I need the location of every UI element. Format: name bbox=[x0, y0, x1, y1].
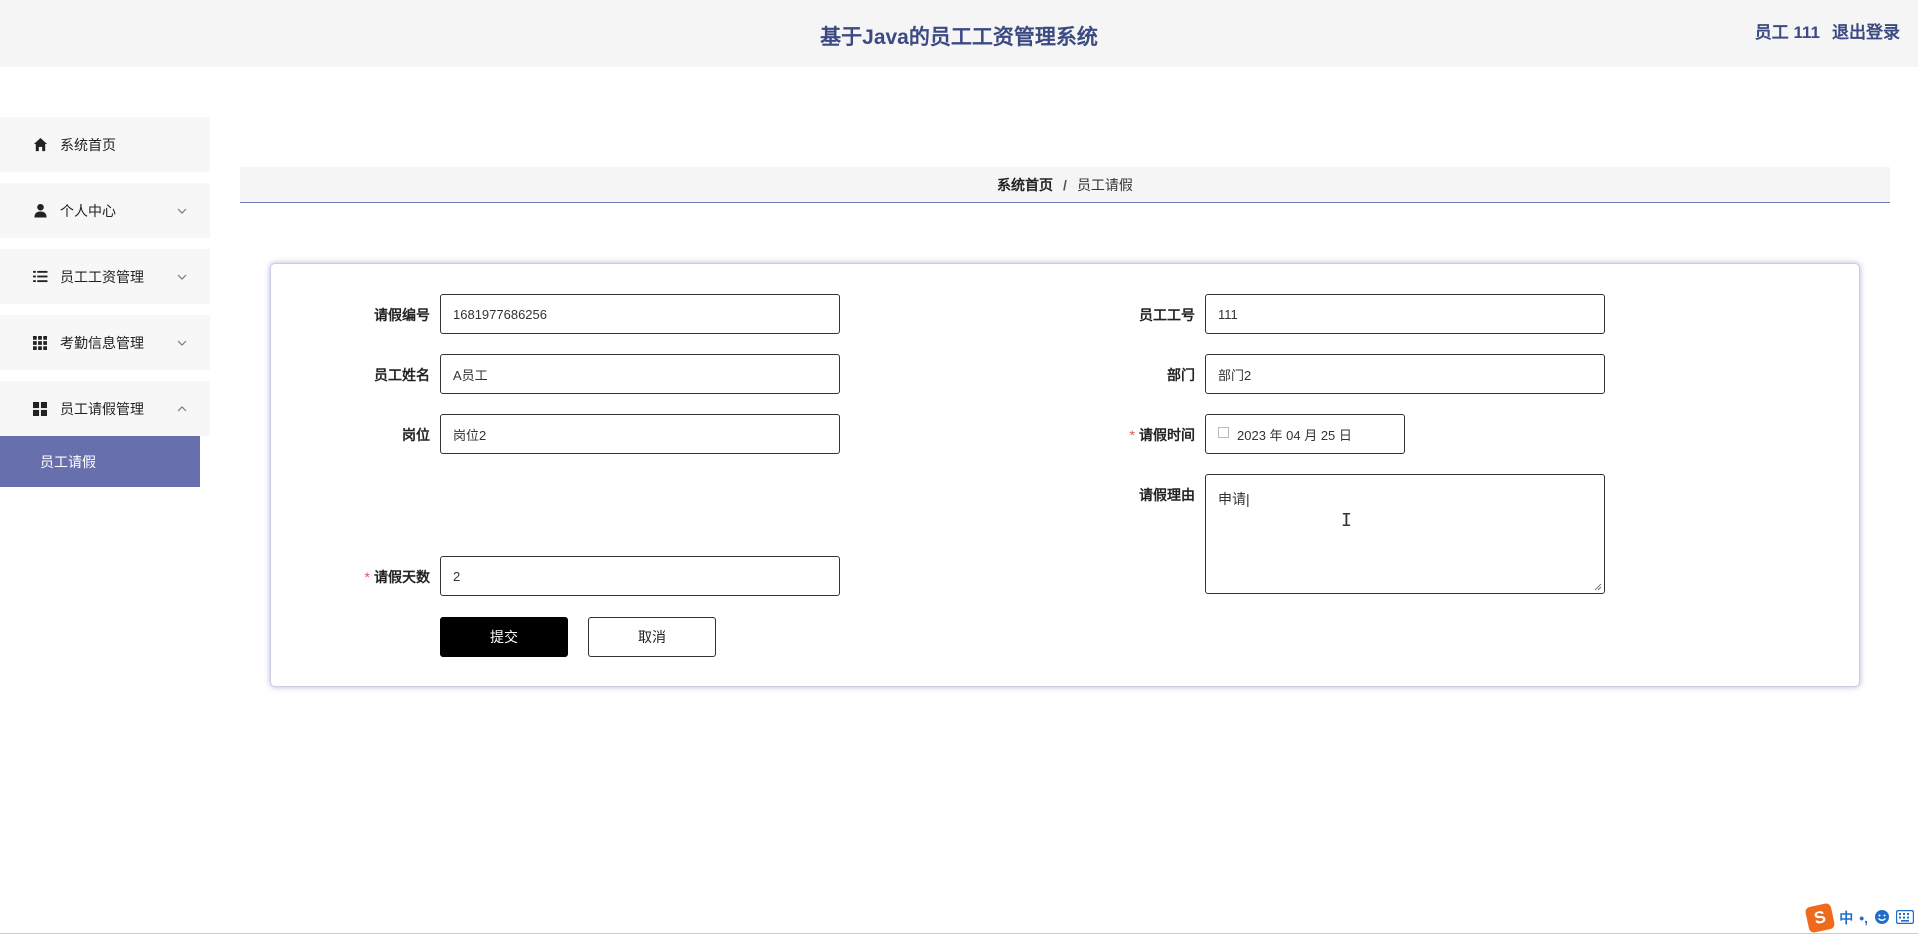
chevron-down-icon bbox=[176, 271, 188, 283]
sidebar: 系统首页 个人中心 员工工资管理 考勤信息管理 员工请假管理 员工请假 bbox=[0, 117, 210, 487]
sidebar-item-label: 员工请假管理 bbox=[60, 400, 144, 417]
cancel-button[interactable]: 取消 bbox=[588, 617, 716, 657]
breadcrumb-current: 员工请假 bbox=[1076, 176, 1133, 193]
emoji-icon[interactable] bbox=[1874, 909, 1890, 928]
user-area: 员工 111 退出登录 bbox=[1755, 18, 1900, 43]
leave-reason-textarea[interactable]: 申请| bbox=[1205, 474, 1605, 594]
leave-reason-label: 请假理由 bbox=[1139, 487, 1195, 503]
department-input[interactable]: 部门2 bbox=[1205, 354, 1605, 394]
sidebar-item-salary[interactable]: 员工工资管理 bbox=[0, 249, 210, 304]
grid-icon bbox=[32, 335, 48, 351]
employee-name-label: 员工姓名 bbox=[374, 367, 430, 383]
ime-punct[interactable]: •, bbox=[1859, 910, 1868, 926]
submit-button[interactable]: 提交 bbox=[440, 617, 568, 657]
ime-tray[interactable]: S 中 •, bbox=[1804, 902, 1915, 934]
resize-grip-icon[interactable] bbox=[1594, 583, 1602, 591]
sidebar-subitem-leave-request[interactable]: 员工请假 bbox=[0, 436, 200, 487]
sidebar-item-home[interactable]: 系统首页 bbox=[0, 117, 210, 172]
keyboard-icon[interactable] bbox=[1895, 909, 1915, 927]
required-asterisk: * bbox=[364, 569, 370, 585]
leave-days-label: * 请假天数 bbox=[364, 569, 430, 585]
breadcrumb-home[interactable]: 系统首页 bbox=[997, 175, 1053, 195]
required-asterisk: * bbox=[1129, 427, 1135, 443]
leave-days-input[interactable]: 2 bbox=[440, 556, 840, 596]
department-label: 部门 bbox=[1167, 367, 1195, 383]
employee-no-input[interactable]: 111 bbox=[1205, 294, 1605, 334]
position-label: 岗位 bbox=[402, 427, 430, 443]
employee-name-input[interactable]: A员工 bbox=[440, 354, 840, 394]
leave-time-value: 2023 年 04 月 25 日 bbox=[1237, 427, 1352, 443]
leave-time-datepicker[interactable]: 2023 年 04 月 25 日 bbox=[1205, 414, 1405, 454]
breadcrumb: 系统首页 / 员工请假 bbox=[240, 167, 1890, 203]
sidebar-item-label: 系统首页 bbox=[60, 136, 116, 153]
user-icon bbox=[32, 203, 48, 219]
breadcrumb-separator: / bbox=[1063, 176, 1067, 193]
sidebar-item-personal-center[interactable]: 个人中心 bbox=[0, 183, 210, 238]
chevron-up-icon bbox=[176, 403, 188, 415]
sidebar-item-attendance[interactable]: 考勤信息管理 bbox=[0, 315, 210, 370]
employee-no-label: 员工工号 bbox=[1139, 307, 1195, 323]
window-bottom-edge bbox=[0, 933, 1918, 934]
logout-link[interactable]: 退出登录 bbox=[1832, 18, 1900, 43]
leave-no-label: 请假编号 bbox=[374, 307, 430, 323]
leave-no-input[interactable]: 1681977686256 bbox=[440, 294, 840, 334]
current-user[interactable]: 员工 111 bbox=[1755, 18, 1820, 43]
sogou-logo-icon: S bbox=[1804, 902, 1836, 934]
chevron-down-icon bbox=[176, 337, 188, 349]
chevron-down-icon bbox=[176, 205, 188, 217]
sidebar-item-label: 个人中心 bbox=[60, 202, 116, 219]
sidebar-item-leave[interactable]: 员工请假管理 bbox=[0, 381, 210, 436]
dashboard-icon bbox=[32, 401, 48, 417]
calendar-icon bbox=[1218, 426, 1229, 438]
sidebar-item-label: 员工工资管理 bbox=[60, 268, 144, 285]
ime-mode[interactable]: 中 bbox=[1839, 908, 1853, 928]
sidebar-item-label: 考勤信息管理 bbox=[60, 334, 144, 351]
position-input[interactable]: 岗位2 bbox=[440, 414, 840, 454]
leave-time-label: * 请假时间 bbox=[1129, 427, 1195, 443]
text-cursor-icon: I bbox=[1341, 510, 1352, 531]
app-title: 基于Java的员工工资管理系统 bbox=[820, 26, 1098, 49]
list-icon bbox=[32, 269, 48, 285]
home-icon bbox=[32, 137, 48, 153]
leave-reason-value: 申请| bbox=[1218, 491, 1250, 507]
top-header: 基于Java的员工工资管理系统 员工 111 退出登录 bbox=[0, 0, 1918, 67]
